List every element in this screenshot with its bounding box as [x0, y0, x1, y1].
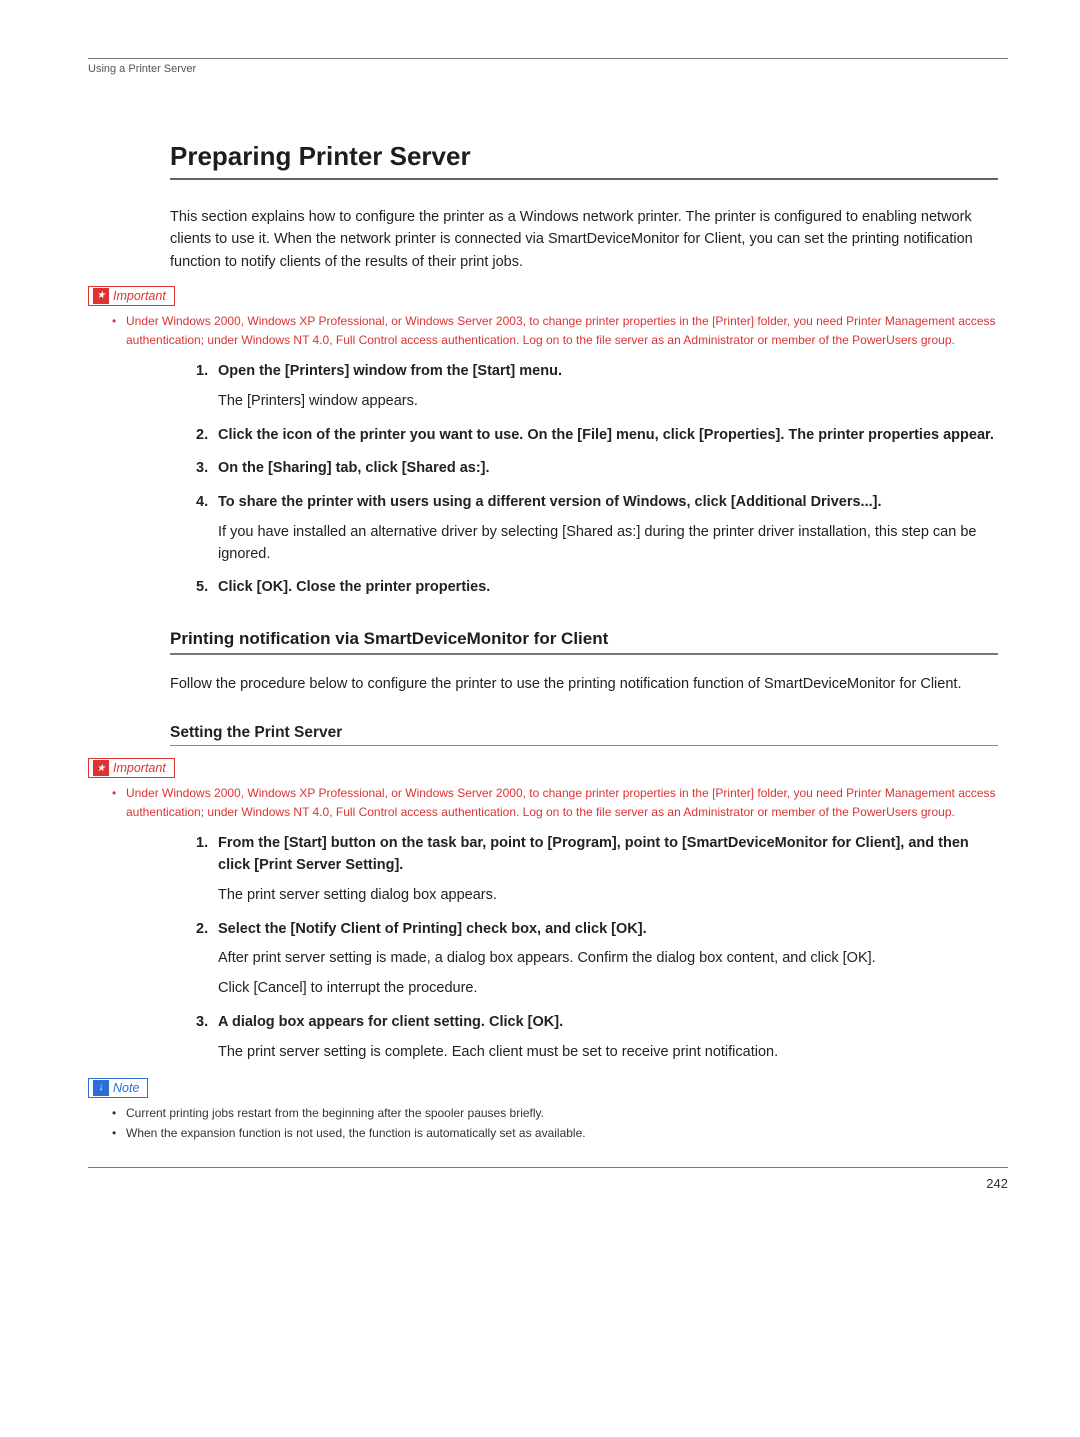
step-body: The [Printers] window appears. — [218, 391, 998, 413]
step-item: Click [OK]. Close the printer properties… — [196, 577, 998, 599]
step-title: From the [Start] button on the task bar,… — [218, 833, 998, 877]
note-label-text: Note — [113, 1081, 139, 1095]
step-title: A dialog box appears for client setting.… — [218, 1012, 998, 1034]
star-icon: ★ — [93, 288, 109, 304]
important-label: ★ Important — [88, 286, 175, 306]
page-number: 242 — [986, 1176, 1008, 1191]
step-item: From the [Start] button on the task bar,… — [196, 833, 998, 906]
steps-list-1: Open the [Printers] window from the [Sta… — [170, 361, 998, 599]
note-callout-1: ↓ Note Current printing jobs restart fro… — [88, 1077, 998, 1143]
step-item: Click the icon of the printer you want t… — [196, 425, 998, 447]
step-body: Click [Cancel] to interrupt the procedur… — [218, 978, 998, 1000]
important-callout-1: ★ Important Under Windows 2000, Windows … — [88, 285, 998, 349]
section-heading: Printing notification via SmartDeviceMon… — [170, 629, 998, 655]
step-body: After print server setting is made, a di… — [218, 948, 998, 970]
step-item: Select the [Notify Client of Printing] c… — [196, 919, 998, 1000]
important-item: Under Windows 2000, Windows XP Professio… — [112, 784, 998, 821]
important-label-text: Important — [113, 289, 166, 303]
step-item: On the [Sharing] tab, click [Shared as:]… — [196, 458, 998, 480]
step-title: To share the printer with users using a … — [218, 492, 998, 514]
step-title: Select the [Notify Client of Printing] c… — [218, 919, 998, 941]
note-label: ↓ Note — [88, 1078, 148, 1098]
important-item: Under Windows 2000, Windows XP Professio… — [112, 312, 998, 349]
step-title: Click [OK]. Close the printer properties… — [218, 577, 998, 599]
step-item: A dialog box appears for client setting.… — [196, 1012, 998, 1064]
step-title: On the [Sharing] tab, click [Shared as:]… — [218, 458, 998, 480]
important-callout-2: ★ Important Under Windows 2000, Windows … — [88, 758, 998, 822]
step-item: To share the printer with users using a … — [196, 492, 998, 565]
star-icon: ★ — [93, 760, 109, 776]
step-title: Open the [Printers] window from the [Sta… — [218, 361, 998, 383]
step-item: Open the [Printers] window from the [Sta… — [196, 361, 998, 413]
step-title: Click the icon of the printer you want t… — [218, 425, 998, 447]
page-footer: 242 — [88, 1167, 1008, 1191]
content-area: Preparing Printer Server This section ex… — [170, 81, 998, 1143]
step-body: The print server setting is complete. Ea… — [218, 1042, 998, 1064]
important-list-2: Under Windows 2000, Windows XP Professio… — [88, 784, 998, 821]
step-body: The print server setting dialog box appe… — [218, 885, 998, 907]
important-label: ★ Important — [88, 758, 175, 778]
steps-list-2: From the [Start] button on the task bar,… — [170, 833, 998, 1063]
subsection-heading: Setting the Print Server — [170, 724, 998, 746]
note-item: When the expansion function is not used,… — [112, 1124, 998, 1143]
note-item: Current printing jobs restart from the b… — [112, 1104, 998, 1123]
page-title: Preparing Printer Server — [170, 141, 998, 180]
page: Using a Printer Server Preparing Printer… — [0, 0, 1080, 1231]
running-head: Using a Printer Server — [88, 63, 1008, 81]
intro-paragraph: This section explains how to configure t… — [170, 206, 998, 273]
note-list-1: Current printing jobs restart from the b… — [88, 1104, 998, 1143]
top-rule — [88, 58, 1008, 59]
step-body: If you have installed an alternative dri… — [218, 522, 998, 566]
arrow-down-icon: ↓ — [93, 1080, 109, 1096]
important-label-text: Important — [113, 761, 166, 775]
section-body: Follow the procedure below to configure … — [170, 673, 998, 695]
important-list-1: Under Windows 2000, Windows XP Professio… — [88, 312, 998, 349]
